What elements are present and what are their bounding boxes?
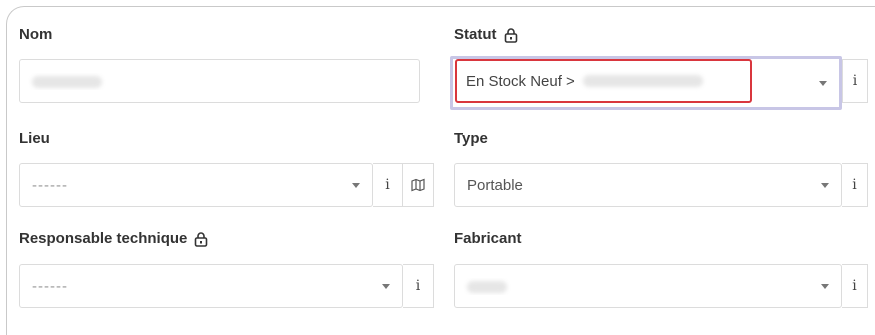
fabricant-select[interactable] (454, 264, 842, 308)
lieu-select[interactable]: ------ (19, 163, 373, 207)
type-select[interactable]: Portable (454, 163, 842, 207)
lock-icon (504, 27, 517, 43)
nom-label: Nom (19, 26, 53, 43)
responsable-select[interactable]: ------ (19, 264, 403, 308)
redacted-value (32, 75, 102, 88)
responsable-info-button[interactable]: i (403, 264, 434, 308)
chevron-down-icon (819, 80, 827, 86)
nom-input[interactable] (19, 59, 420, 103)
lieu-map-button[interactable] (403, 163, 434, 207)
fabricant-label: Fabricant (454, 230, 522, 247)
chevron-down-icon (382, 283, 390, 289)
redacted-value (467, 280, 507, 293)
type-info-button[interactable]: i (842, 163, 868, 207)
lieu-label: Lieu (19, 130, 50, 147)
lock-icon (195, 231, 208, 247)
type-label: Type (454, 130, 488, 147)
map-icon (411, 178, 425, 192)
chevron-down-icon (352, 182, 360, 188)
redacted-value (582, 75, 703, 87)
statut-highlight: En Stock Neuf > (455, 59, 752, 103)
chevron-down-icon (821, 283, 829, 289)
lieu-info-button[interactable]: i (373, 163, 403, 207)
responsable-label: Responsable technique (19, 230, 209, 247)
statut-label: Statut (454, 26, 519, 43)
statut-info-button[interactable]: i (842, 59, 868, 103)
chevron-down-icon (821, 182, 829, 188)
fabricant-info-button[interactable]: i (842, 264, 868, 308)
